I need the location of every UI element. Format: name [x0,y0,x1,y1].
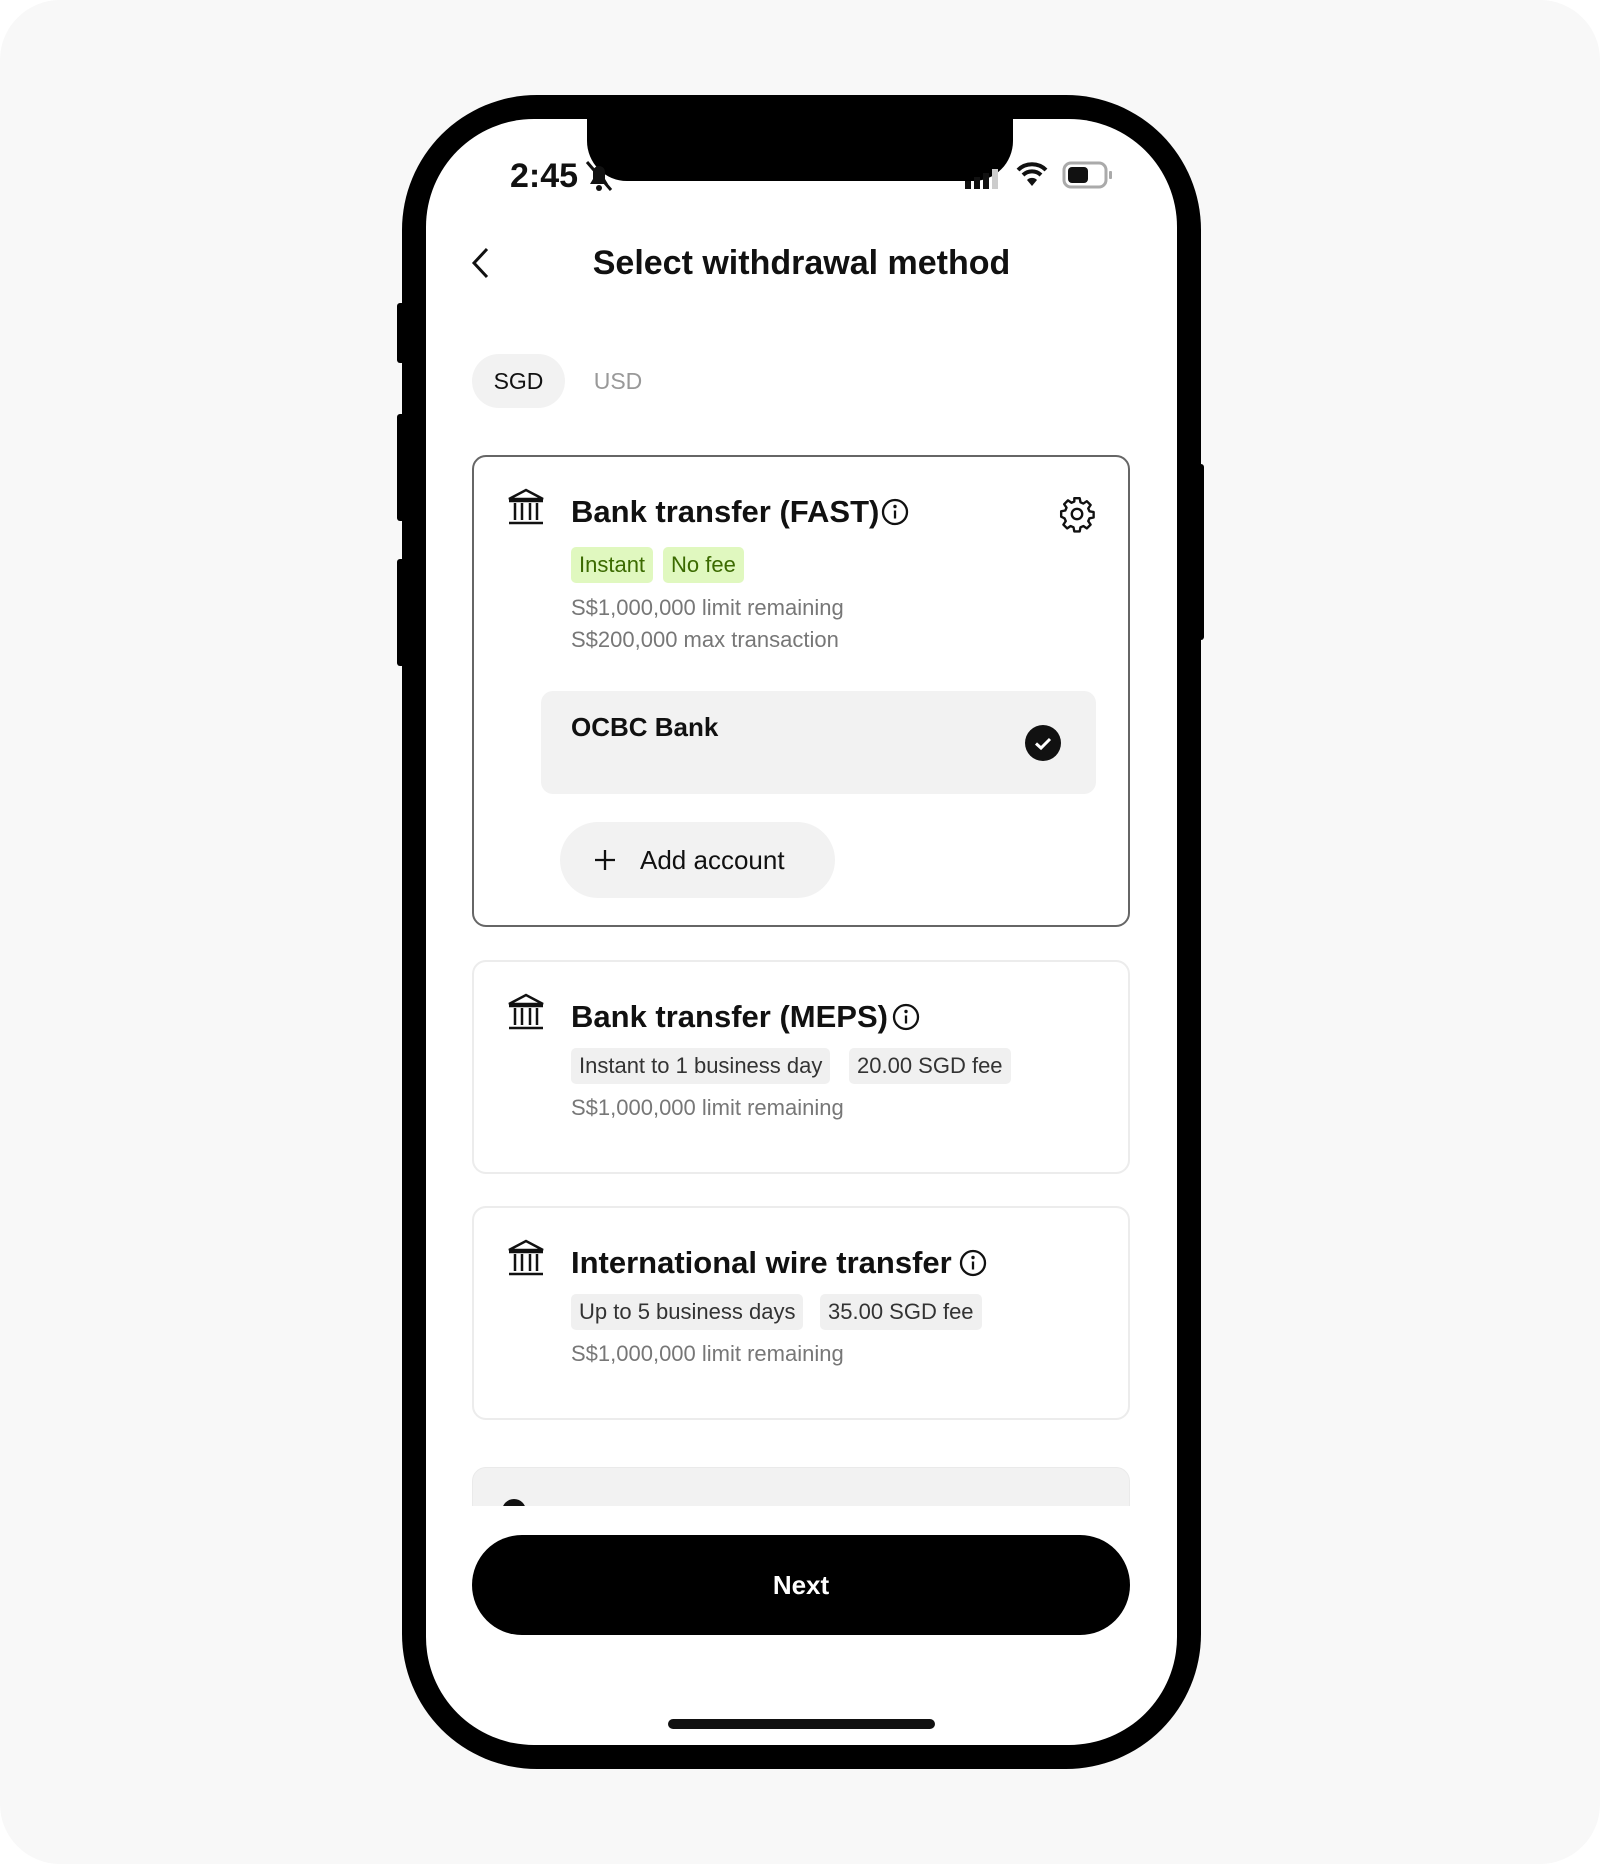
limit-remaining: S$1,000,000 limit remaining [571,1341,844,1366]
gear-icon[interactable] [1058,495,1096,533]
badge-no-fee: No fee [663,547,744,583]
notice-box-clipped [472,1467,1130,1506]
badge-timing: Up to 5 business days [571,1294,804,1330]
account-name: OCBC Bank [571,712,719,742]
tab-sgd[interactable]: SGD [472,354,565,408]
bell-slash-icon [585,161,613,191]
notch [587,110,1013,181]
battery-icon [1062,161,1112,189]
next-button[interactable]: Next [472,1535,1130,1635]
badge-timing: Instant to 1 business day [571,1048,831,1084]
tab-usd[interactable]: USD [586,354,650,408]
method-title: Bank transfer (MEPS) [571,999,888,1034]
status-time: 2:45 [510,157,579,195]
info-icon[interactable] [881,498,909,526]
bank-icon [508,1239,544,1276]
badge-instant: Instant [571,547,654,583]
badge-fee: 20.00 SGD fee [849,1048,1011,1084]
bank-icon [508,488,544,525]
check-circle-icon [1025,725,1061,761]
bank-icon [508,993,544,1030]
wifi-icon [1016,162,1048,186]
badge-fee: 35.00 SGD fee [820,1294,982,1330]
method-title: Bank transfer (FAST) [571,494,880,529]
info-icon[interactable] [959,1249,987,1277]
page-title: Select withdrawal method [592,244,1011,282]
method-title: International wire transfer [571,1245,952,1280]
add-account-label: Add account [640,845,785,875]
home-indicator [668,1719,935,1729]
info-icon[interactable] [892,1003,920,1031]
limit-remaining: S$1,000,000 limit remaining [571,595,844,620]
signal-icon [965,169,998,189]
max-transaction: S$200,000 max transaction [571,627,839,652]
plus-icon [595,850,615,870]
limit-remaining: S$1,000,000 limit remaining [571,1095,844,1120]
